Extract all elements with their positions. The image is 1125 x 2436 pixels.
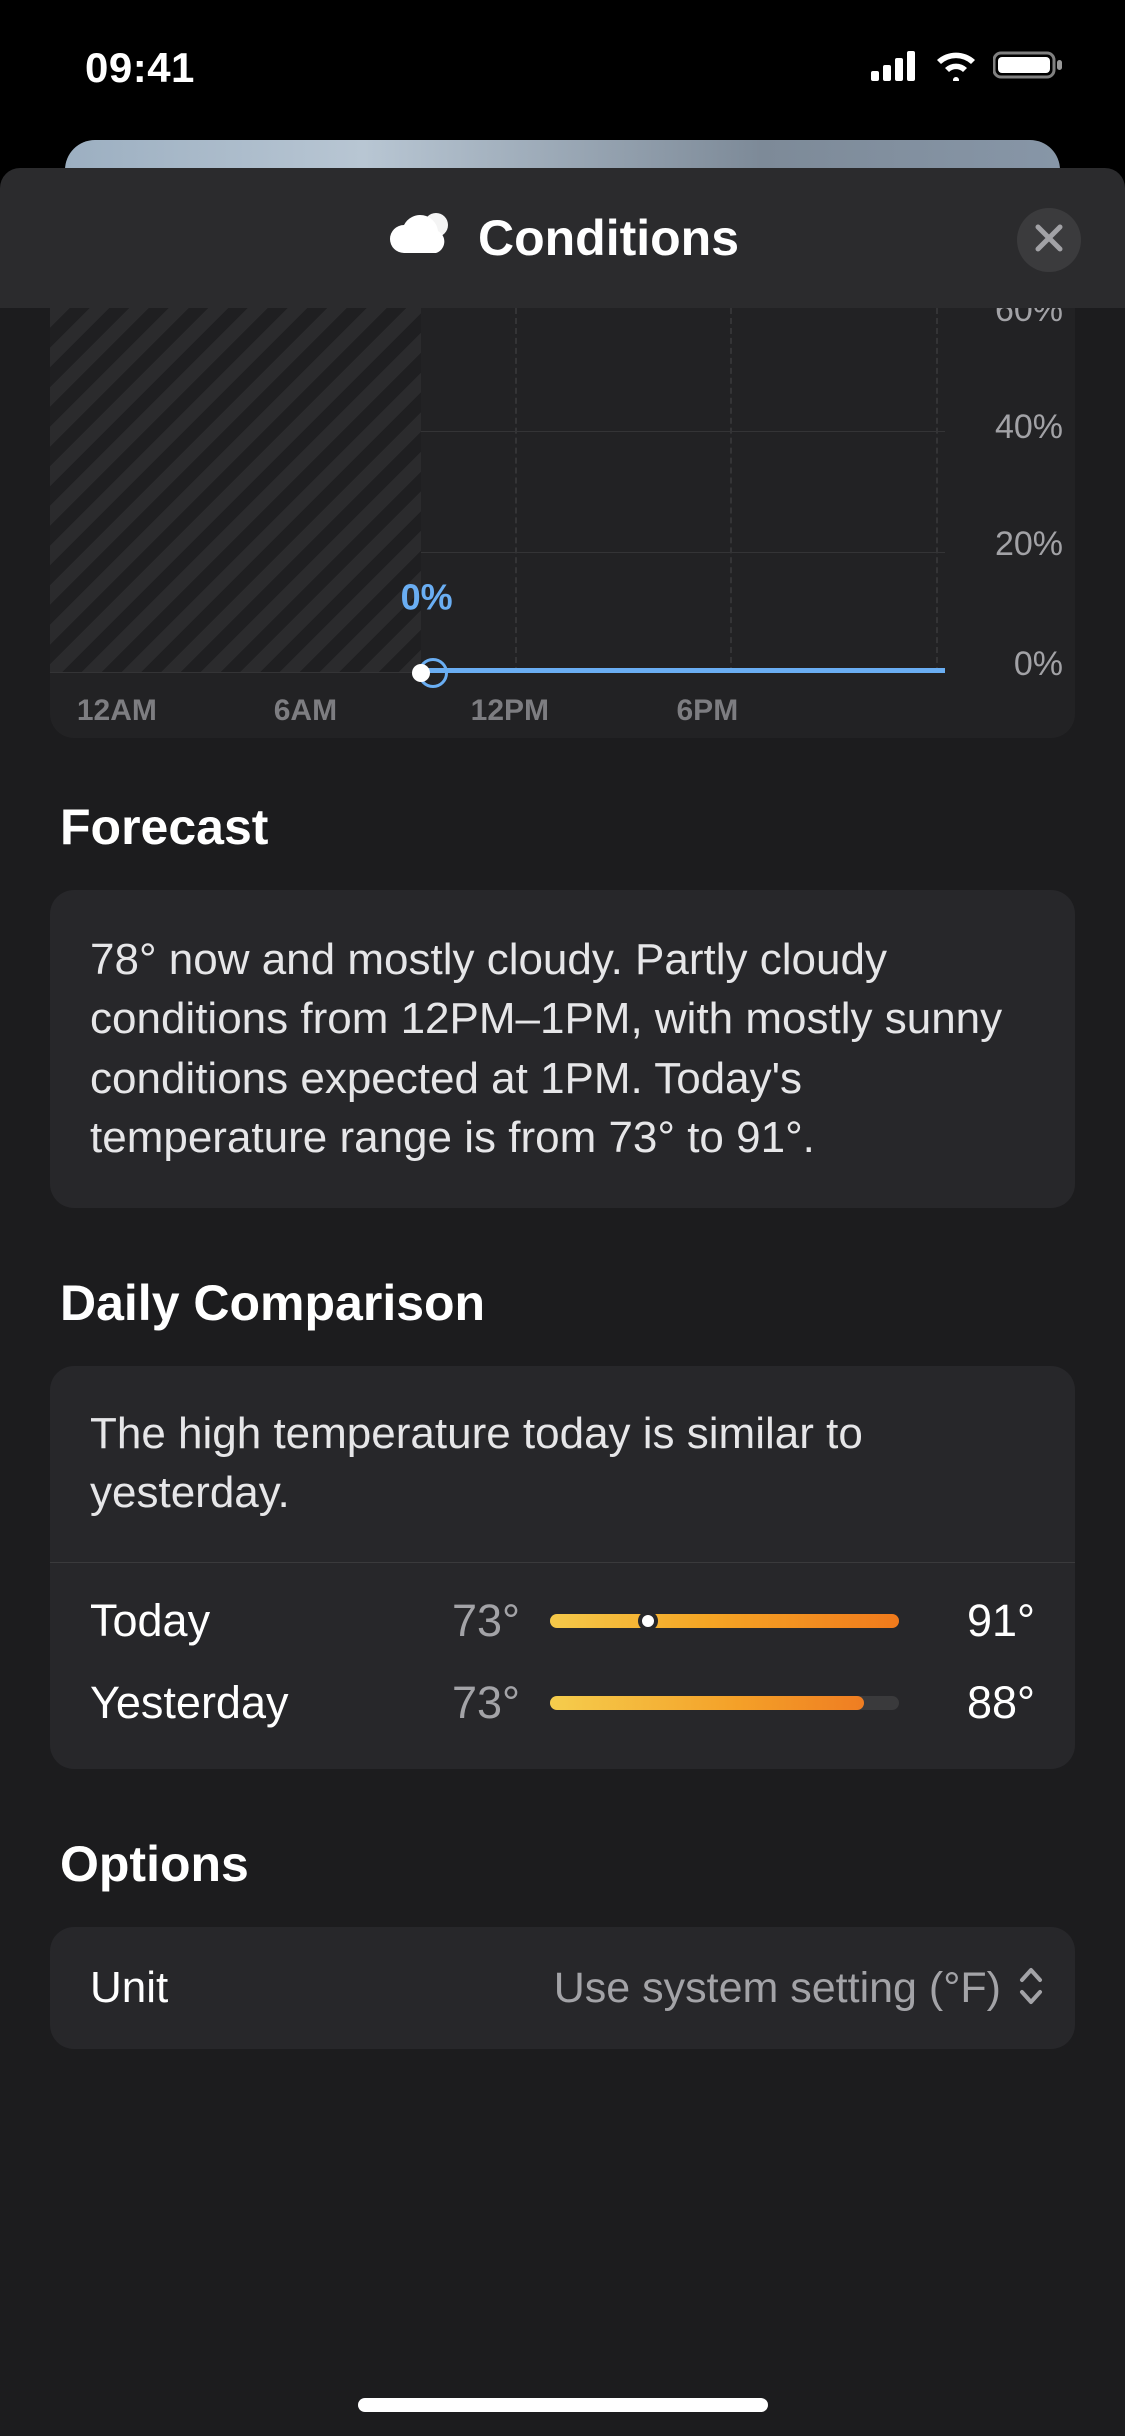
comparison-row-label: Yesterday (90, 1677, 400, 1729)
chart-data-line (421, 668, 945, 673)
cellular-icon (871, 49, 919, 86)
comparison-row-low: 73° (400, 1595, 520, 1647)
battery-icon (993, 49, 1065, 86)
status-bar: 09:41 (0, 0, 1125, 135)
wifi-icon (933, 49, 979, 86)
comparison-row-today: Today 73° 91° (90, 1595, 1035, 1647)
comparison-row-high: 91° (925, 1595, 1035, 1647)
close-icon (1034, 223, 1064, 258)
unit-label: Unit (90, 1963, 168, 2013)
comparison-rows: Today 73° 91° Yesterday 73° 88° (50, 1562, 1075, 1769)
close-button[interactable] (1017, 208, 1081, 272)
options-heading: Options (60, 1835, 1065, 1893)
forecast-card: 78° now and mostly cloudy. Partly cloudy… (50, 890, 1075, 1208)
comparison-heading: Daily Comparison (60, 1274, 1065, 1332)
sheet-content[interactable]: 0% 0% 20% 40% 60% 12AM 6AM 12PM 6PM Fore… (0, 308, 1125, 2436)
unit-value: Use system setting (°F) (554, 1964, 1001, 2013)
comparison-row-yesterday: Yesterday 73° 88° (90, 1677, 1035, 1729)
chart-ylabel: 60% (995, 308, 1063, 330)
chart-plot-area: 0% (50, 308, 945, 673)
chart-ylabel: 40% (995, 408, 1063, 447)
sheet-header: Conditions (0, 168, 1125, 308)
chart-current-label: 0% (401, 576, 453, 618)
background-card-peek (65, 140, 1060, 170)
chart-xlabel: 6PM (677, 694, 739, 728)
temperature-range-bar (550, 1696, 899, 1710)
status-time: 09:41 (85, 44, 195, 92)
chart-x-axis: 12AM 6AM 12PM 6PM (50, 678, 945, 728)
comparison-row-low: 73° (400, 1677, 520, 1729)
chart-past-region (50, 308, 421, 672)
comparison-row-label: Today (90, 1595, 400, 1647)
chart-ylabel: 20% (995, 525, 1063, 564)
forecast-heading: Forecast (60, 798, 1065, 856)
status-icons (871, 49, 1065, 86)
cloud-icon (386, 211, 456, 266)
sheet-title: Conditions (386, 209, 739, 267)
sheet-title-text: Conditions (478, 209, 739, 267)
home-indicator[interactable] (358, 2398, 768, 2412)
chart-y-axis: 0% 20% 40% 60% (948, 308, 1063, 673)
unit-selector[interactable]: Unit Use system setting (°F) (50, 1927, 1075, 2049)
comparison-row-high: 88° (925, 1677, 1035, 1729)
current-temp-marker (638, 1611, 658, 1631)
comparison-card: The high temperature today is similar to… (50, 1366, 1075, 1770)
chart-xlabel: 12AM (77, 694, 157, 728)
precipitation-chart: 0% 0% 20% 40% 60% 12AM 6AM 12PM 6PM (50, 308, 1075, 738)
chart-xlabel: 12PM (471, 694, 549, 728)
temperature-range-bar (550, 1614, 899, 1628)
forecast-text: 78° now and mostly cloudy. Partly cloudy… (90, 930, 1035, 1168)
chevron-up-down-icon (1015, 1964, 1047, 2013)
chart-xlabel: 6AM (274, 694, 337, 728)
comparison-summary: The high temperature today is similar to… (90, 1404, 1035, 1523)
chart-ylabel: 0% (1014, 645, 1063, 684)
